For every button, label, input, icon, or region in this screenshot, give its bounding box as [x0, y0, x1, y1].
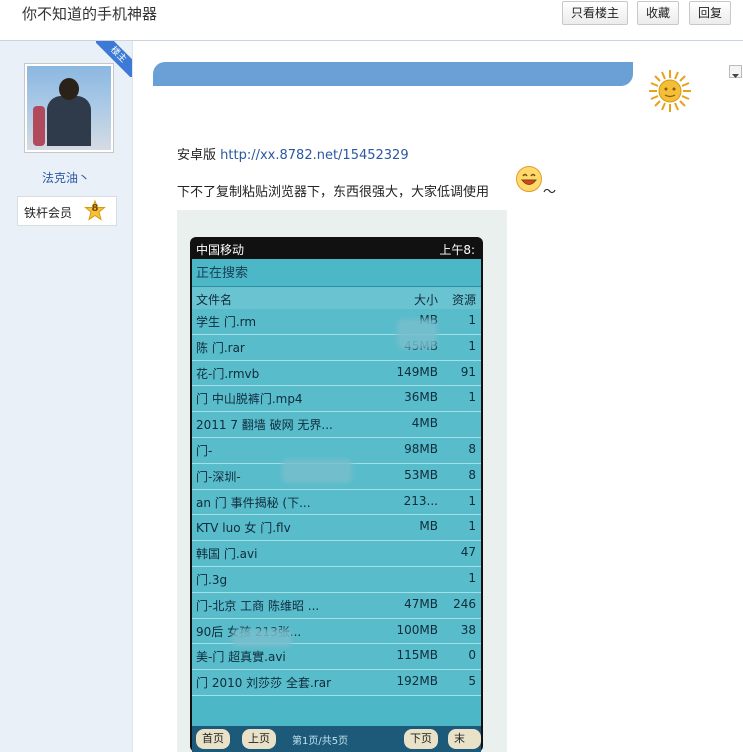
- file-sources: 246: [453, 596, 476, 611]
- file-row[interactable]: 门-北京 工商 陈维昭 ... 47MB 246: [192, 592, 481, 619]
- clock-label: 上午8:: [439, 243, 475, 257]
- file-row[interactable]: KTV luo 女 门.flv MB 1: [192, 515, 481, 542]
- file-row[interactable]: 陈 门.rar45MB1: [192, 334, 481, 361]
- carrier-label: 中国移动: [196, 243, 245, 257]
- thread-header: 你不知道的手机神器 只看楼主 收藏 回复: [0, 0, 743, 41]
- prev-page-button[interactable]: 上页: [242, 729, 276, 749]
- file-size: 36MB: [404, 390, 438, 405]
- author-username[interactable]: 法克油丶: [0, 169, 132, 186]
- download-link[interactable]: http://xx.8782.net/15452329: [220, 148, 408, 163]
- post-menu-toggle[interactable]: [729, 65, 742, 78]
- file-size: 100MB: [396, 622, 439, 637]
- last-page-button[interactable]: 末页: [448, 729, 481, 749]
- grin-emoji-icon: [515, 165, 543, 193]
- file-row[interactable]: 花-门.rmvb 149MB 91: [192, 360, 481, 387]
- file-row[interactable]: 学生 门.rmMB1: [192, 309, 481, 335]
- file-size: 4MB: [411, 416, 438, 431]
- file-row[interactable]: 门 中山脱裤门.mp4 36MB 1: [192, 386, 481, 413]
- post-text: 下不了复制粘贴浏览器下，东西很强大，大家低调使用: [177, 185, 490, 200]
- file-name: 门-: [196, 443, 213, 458]
- thread-title: 你不知道的手机神器: [22, 5, 158, 23]
- file-name: 花-门.rmvb: [196, 366, 260, 381]
- file-sources: 8: [468, 467, 476, 482]
- phone-screen: 正在搜索 文件名 大小 资源 学生 门.rmMB1陈 门.rar45MB1花-门…: [192, 259, 481, 752]
- file-size: 98MB: [404, 441, 438, 456]
- phone-pager: 首页 上页 第1页/共5页 下页 末页: [192, 726, 481, 752]
- file-name: 门 2010 刘莎莎 全套.rar: [196, 676, 332, 691]
- searching-label: 正在搜索: [196, 266, 249, 281]
- reply-button[interactable]: 回复: [689, 1, 732, 25]
- file-name: 韩国 门.avi: [196, 547, 258, 562]
- file-name: an 门 事件揭秘 (下...: [196, 495, 311, 510]
- file-row[interactable]: 2011 7 翻墙 破网 无界... 4MB: [192, 412, 481, 438]
- rank-label: 铁杆会员: [24, 206, 73, 220]
- level-number: 8: [91, 203, 99, 214]
- file-name: 学生 门.rm: [196, 315, 257, 329]
- col-size: 大小: [413, 293, 438, 307]
- col-filename: 文件名: [196, 293, 233, 307]
- avatar-image: [27, 66, 111, 150]
- file-size: 192MB: [396, 674, 439, 689]
- download-line: 安卓版 http://xx.8782.net/15452329: [177, 144, 409, 163]
- author-sidebar: 楼主 法克油丶 铁杆会员 8: [0, 41, 133, 752]
- member-rank: 铁杆会员 8: [17, 196, 117, 226]
- file-sources: 38: [460, 622, 476, 637]
- post-body: 安卓版 http://xx.8782.net/15452329 下不了复制粘贴浏…: [133, 41, 743, 752]
- file-table-header: 文件名 大小 资源: [192, 286, 481, 310]
- file-size: 47MB: [404, 596, 438, 611]
- first-page-button[interactable]: 首页: [196, 729, 230, 749]
- file-name: 2011 7 翻墙 破网 无界...: [196, 418, 333, 433]
- file-sources: 1: [468, 493, 476, 508]
- ribbon-label: 楼主: [96, 41, 132, 77]
- file-size: 149MB: [396, 364, 439, 379]
- file-sources: 1: [468, 338, 476, 353]
- favorite-button[interactable]: 收藏: [637, 1, 680, 25]
- file-row[interactable]: 美-门 超真實.avi 115MB 0: [192, 644, 481, 671]
- file-sources: 91: [460, 364, 476, 379]
- sun-icon: [648, 69, 692, 113]
- file-name: KTV luo 女 门.flv: [196, 521, 291, 536]
- phone-frame: 中国移动 上午8: 正在搜索 文件名 大小 资源 学生 门.rmMB1陈 门.r…: [190, 237, 483, 752]
- file-size: 53MB: [404, 467, 438, 482]
- file-sources: 1: [468, 519, 476, 534]
- version-label: 安卓版: [177, 148, 217, 163]
- post-title-bar: [153, 62, 633, 86]
- file-sources: 8: [468, 441, 476, 456]
- file-sources: 1: [468, 390, 476, 405]
- file-row[interactable]: 韩国 门.avi 47: [192, 541, 481, 567]
- file-sources: 1: [468, 313, 476, 327]
- next-page-button[interactable]: 下页: [404, 729, 438, 749]
- file-sources: 5: [468, 674, 476, 689]
- level-badge-icon: 8: [84, 199, 106, 222]
- tilde-text: ～: [543, 185, 557, 200]
- page-info: 第1页/共5页: [292, 736, 349, 747]
- file-name: 门-北京 工商 陈维昭 ...: [196, 598, 320, 613]
- file-row[interactable]: 门.3g 1: [192, 566, 481, 593]
- file-size: 115MB: [396, 648, 439, 663]
- file-sources: 1: [468, 570, 476, 585]
- file-size: 213...: [403, 493, 438, 508]
- chevron-down-icon: [732, 74, 739, 78]
- col-sources: 资源: [451, 293, 476, 307]
- file-sources: 0: [468, 648, 476, 663]
- file-sources: 47: [460, 545, 476, 560]
- file-name: 陈 门.rar: [196, 340, 245, 355]
- attached-screenshot[interactable]: 中国移动 上午8: 正在搜索 文件名 大小 资源 学生 门.rmMB1陈 门.r…: [177, 210, 507, 752]
- post-container: 楼主 法克油丶 铁杆会员 8 安卓版 http://xx.8782.net/15…: [0, 41, 743, 752]
- file-name: 门 中山脱裤门.mp4: [196, 392, 303, 407]
- only-author-button[interactable]: 只看楼主: [562, 1, 629, 25]
- file-row[interactable]: 门 2010 刘莎莎 全套.rar 192MB 5: [192, 670, 481, 696]
- file-name: 门.3g: [196, 572, 228, 587]
- file-size: MB: [419, 519, 438, 534]
- phone-status-bar: 中国移动 上午8:: [192, 241, 481, 257]
- file-row[interactable]: an 门 事件揭秘 (下... 213... 1: [192, 489, 481, 516]
- original-poster-ribbon: 楼主: [96, 41, 132, 77]
- file-name: 美-门 超真實.avi: [196, 650, 286, 665]
